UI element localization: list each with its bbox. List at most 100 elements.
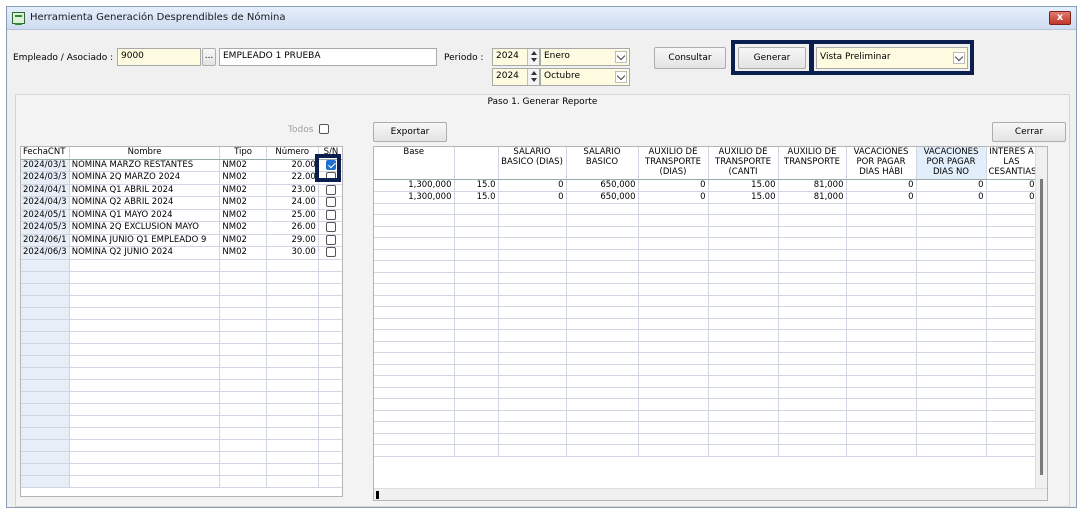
empty-cell bbox=[374, 341, 455, 353]
report-column-header[interactable]: INTERES A LAS CESANTIAS bbox=[986, 147, 1038, 180]
empty-cell bbox=[454, 283, 499, 296]
empty-cell bbox=[638, 421, 709, 434]
nominas-row[interactable]: 2024/06/3 NOMINA Q2 JUNIO 2024 NM02 30.00 bbox=[21, 246, 342, 260]
empty-cell bbox=[318, 391, 342, 404]
report-type-select[interactable]: Vista Preliminar bbox=[816, 47, 968, 69]
empty-cell bbox=[318, 271, 342, 284]
report-column-header[interactable] bbox=[454, 147, 499, 180]
nominas-row[interactable]: 2024/05/1 NOMINA Q1 MAYO 2024 NM02 25.00 bbox=[21, 209, 342, 222]
report-column-header[interactable]: VACACIONES POR PAGAR DIAS HÁBI bbox=[846, 147, 917, 180]
nominas-cell-nombre: NOMINA 2Q MARZO 2024 bbox=[69, 171, 221, 185]
todos-checkbox[interactable] bbox=[319, 124, 329, 134]
nominas-column-header[interactable]: Tipo bbox=[219, 147, 267, 160]
empty-cell bbox=[846, 352, 917, 365]
scroll-thumb[interactable] bbox=[1040, 179, 1043, 475]
report-column-header[interactable]: AUXILIO DE TRANSPORTE (DIAS) bbox=[638, 147, 709, 180]
row-select-checkbox[interactable] bbox=[325, 247, 336, 257]
empty-cell bbox=[566, 421, 639, 434]
nominas-column-header[interactable]: Nombre bbox=[69, 147, 221, 160]
empty-cell bbox=[454, 203, 499, 215]
empty-cell bbox=[454, 444, 499, 457]
empty-cell bbox=[374, 226, 455, 238]
to-month-select[interactable]: Octubre bbox=[540, 68, 630, 86]
empty-cell bbox=[778, 387, 847, 399]
empty-cell bbox=[708, 341, 779, 353]
report-type-value: Vista Preliminar bbox=[820, 52, 891, 62]
report-row[interactable]: 1,300,000 15.0 0 650,000 0 15.00 81,000 0 0 0 bbox=[374, 191, 1038, 204]
scroll-thumb[interactable] bbox=[376, 491, 379, 499]
generar-button[interactable]: Generar bbox=[738, 47, 806, 69]
empty-cell bbox=[846, 398, 917, 411]
from-month-value: Enero bbox=[544, 51, 570, 61]
empty-cell bbox=[69, 451, 221, 464]
nominas-row[interactable]: 2024/03/3 NOMINA 2Q MARZO 2024 NM02 22.00 bbox=[21, 171, 342, 185]
chevron-down-icon[interactable] bbox=[953, 52, 965, 64]
nominas-grid[interactable]: FechaCNT Nombre Tipo Número S/N 2024/03/1 NOM… bbox=[20, 146, 343, 497]
to-year-stepper[interactable]: 2024 bbox=[492, 68, 540, 86]
report-column-header[interactable]: SALARIO BASICO bbox=[566, 147, 639, 180]
row-select-checkbox[interactable] bbox=[325, 197, 336, 207]
report-column-header[interactable]: SALARIO BASICO (DIAS) bbox=[498, 147, 567, 180]
report-grid[interactable]: Base SALARIO BASICO (DIAS) SALARIO BASICO A… bbox=[373, 146, 1048, 501]
nominas-row[interactable]: 2024/06/1 NOMINA JUNIO Q1 EMPLEADO 9 NM02 2… bbox=[21, 234, 342, 247]
nominas-row[interactable]: 2024/05/3 NOMINA 2Q EXCLUSION MAYO NM02 26.… bbox=[21, 221, 342, 235]
empleado-code-field[interactable]: 9000 bbox=[117, 48, 201, 66]
chevron-down-icon[interactable] bbox=[615, 51, 627, 63]
row-select-checkbox[interactable] bbox=[325, 209, 336, 220]
empty-cell bbox=[374, 272, 455, 284]
cerrar-button[interactable]: Cerrar bbox=[992, 122, 1066, 142]
empty-row bbox=[374, 329, 1038, 342]
empty-cell bbox=[566, 214, 639, 227]
empty-cell bbox=[916, 318, 987, 330]
report-column-header[interactable]: AUXILIO DE TRANSPORTE (CANTI bbox=[708, 147, 779, 180]
empty-cell bbox=[638, 272, 709, 284]
chevron-down-icon[interactable] bbox=[615, 71, 627, 83]
nominas-column-header[interactable]: FechaCNT bbox=[21, 147, 70, 160]
report-column-header[interactable]: AUXILIO DE TRANSPORTE bbox=[778, 147, 847, 180]
nominas-column-header[interactable]: Número bbox=[266, 147, 319, 160]
empty-cell bbox=[266, 319, 319, 332]
from-year-stepper[interactable]: 2024 bbox=[492, 48, 540, 66]
empty-cell bbox=[266, 283, 319, 296]
empty-cell bbox=[638, 329, 709, 342]
report-column-header[interactable]: Base bbox=[374, 147, 455, 180]
nominas-row[interactable]: 2024/03/1 NOMINA MARZO RESTANTES NM02 20.00 bbox=[21, 159, 342, 172]
empty-cell bbox=[986, 226, 1038, 238]
empty-cell bbox=[69, 283, 221, 296]
report-horizontal-scrollbar[interactable] bbox=[374, 488, 1047, 500]
spin-arrows-icon[interactable] bbox=[527, 49, 539, 65]
empty-row bbox=[21, 439, 342, 452]
nominas-cell-sn bbox=[318, 221, 342, 235]
report-vertical-scrollbar[interactable] bbox=[1035, 147, 1047, 500]
browse-empleado-button[interactable]: ... bbox=[202, 48, 216, 66]
row-select-checkbox[interactable] bbox=[325, 184, 336, 195]
close-button[interactable]: x bbox=[1049, 11, 1071, 25]
empty-cell bbox=[566, 433, 639, 445]
empty-cell bbox=[69, 307, 221, 320]
report-column-header[interactable]: VACACIONES POR PAGAR DIAS NO bbox=[916, 147, 987, 180]
empty-cell bbox=[498, 341, 567, 353]
empty-cell bbox=[916, 260, 987, 273]
nominas-row[interactable]: 2024/04/3 NOMINA Q2 ABRIL 2024 NM02 24.00 bbox=[21, 196, 342, 210]
empty-cell bbox=[638, 433, 709, 445]
empty-cell bbox=[266, 367, 319, 380]
exportar-button[interactable]: Exportar bbox=[373, 122, 447, 142]
consultar-button[interactable]: Consultar bbox=[654, 47, 726, 69]
empty-cell bbox=[986, 237, 1038, 250]
spin-arrows-icon[interactable] bbox=[527, 69, 539, 85]
row-select-checkbox[interactable] bbox=[325, 222, 336, 232]
nominas-row[interactable]: 2024/04/1 NOMINA Q1 ABRIL 2024 NM02 23.00 bbox=[21, 184, 342, 197]
from-month-select[interactable]: Enero bbox=[540, 48, 630, 66]
empty-cell bbox=[708, 214, 779, 227]
empty-row bbox=[374, 306, 1038, 319]
empty-cell bbox=[498, 306, 567, 319]
empty-cell bbox=[708, 387, 779, 399]
empty-cell bbox=[638, 444, 709, 457]
empty-cell bbox=[219, 379, 267, 392]
report-row[interactable]: 1,300,000 15.0 0 650,000 0 15.00 81,000 0 0 0 bbox=[374, 179, 1038, 192]
nominas-cell-tipo: NM02 bbox=[219, 196, 267, 210]
nominas-table: FechaCNT Nombre Tipo Número S/N 2024/03/1 NOM… bbox=[21, 147, 342, 488]
row-select-checkbox[interactable] bbox=[325, 234, 336, 245]
empty-cell bbox=[219, 475, 267, 488]
empty-cell bbox=[986, 295, 1038, 307]
